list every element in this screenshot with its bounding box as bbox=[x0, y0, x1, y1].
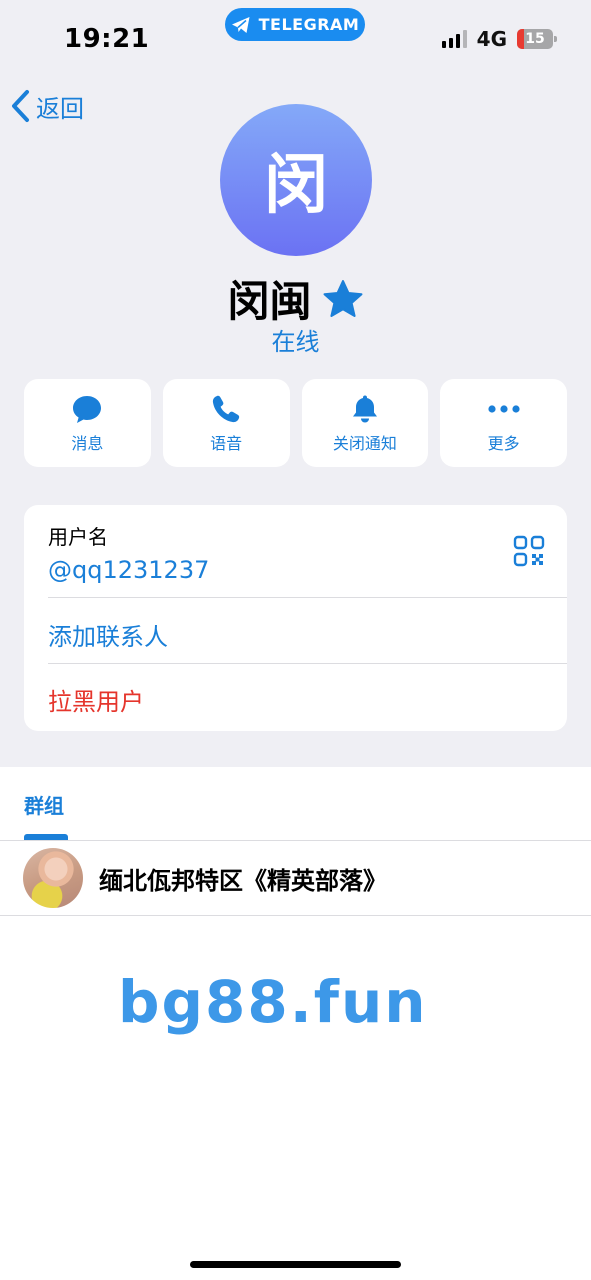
group-avatar bbox=[23, 848, 83, 908]
group-list-item[interactable]: 缅北佤邦特区《精英部落》 bbox=[0, 841, 591, 915]
network-label: 4G bbox=[476, 27, 507, 51]
more-button[interactable]: 更多 bbox=[440, 379, 567, 467]
battery-icon: 15 bbox=[517, 29, 557, 49]
qr-code-icon bbox=[513, 535, 545, 567]
divider bbox=[48, 597, 567, 598]
back-button[interactable]: 返回 bbox=[10, 86, 84, 126]
avatar-initial: 闵 bbox=[264, 149, 328, 223]
profile-name-row: 闵闽 bbox=[0, 268, 591, 329]
profile-avatar[interactable]: 闵 bbox=[220, 104, 372, 256]
battery-level: 15 bbox=[525, 31, 545, 47]
qr-code-button[interactable] bbox=[513, 535, 545, 571]
group-name: 缅北佤邦特区《精英部落》 bbox=[99, 867, 387, 895]
add-contact-button[interactable]: 添加联系人 bbox=[48, 617, 168, 652]
divider bbox=[0, 915, 591, 916]
status-time: 19:21 bbox=[64, 24, 150, 54]
online-status: 在线 bbox=[271, 328, 320, 356]
username-value[interactable]: @qq1231237 bbox=[48, 556, 209, 584]
username-block[interactable]: 用户名 @qq1231237 bbox=[48, 521, 209, 584]
message-icon bbox=[73, 396, 102, 423]
status-indicators: 4G 15 bbox=[441, 27, 557, 51]
username-label: 用户名 bbox=[48, 525, 108, 549]
star-badge-icon bbox=[323, 279, 362, 317]
action-buttons: 消息 语音 关闭通知 更多 bbox=[24, 379, 567, 467]
watermark-text: bg88.fun bbox=[118, 968, 428, 1036]
back-label: 返回 bbox=[36, 94, 84, 123]
mute-label: 关闭通知 bbox=[332, 434, 397, 453]
paper-plane-icon bbox=[231, 16, 250, 33]
mute-button[interactable]: 关闭通知 bbox=[301, 379, 429, 467]
signal-icon bbox=[441, 30, 467, 48]
voice-call-button[interactable]: 语音 bbox=[162, 379, 290, 467]
telegram-pill-label: TELEGRAM bbox=[258, 15, 360, 34]
tab-groups[interactable]: 群组 bbox=[24, 790, 64, 819]
message-label: 消息 bbox=[71, 434, 104, 453]
profile-name: 闵闽 bbox=[227, 277, 312, 326]
bell-icon bbox=[352, 395, 377, 423]
divider bbox=[48, 663, 567, 664]
block-user-button[interactable]: 拉黑用户 bbox=[48, 682, 144, 717]
info-card: 用户名 @qq1231237 添加联系人 拉黑用户 bbox=[24, 505, 567, 731]
chevron-left-icon bbox=[12, 90, 29, 122]
message-button[interactable]: 消息 bbox=[24, 379, 151, 467]
more-label: 更多 bbox=[487, 434, 520, 453]
home-indicator[interactable] bbox=[190, 1261, 401, 1268]
voice-label: 语音 bbox=[210, 434, 243, 453]
more-icon bbox=[488, 405, 520, 413]
telegram-pill[interactable]: TELEGRAM bbox=[225, 8, 365, 41]
phone-icon bbox=[213, 395, 240, 423]
